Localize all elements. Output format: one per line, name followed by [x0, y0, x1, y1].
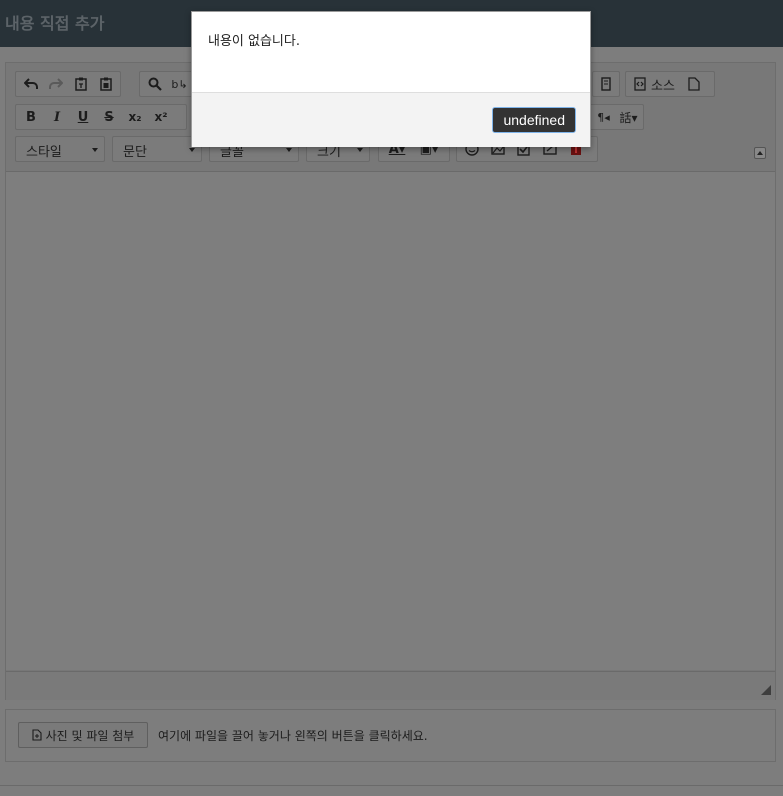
chevron-down-icon	[357, 148, 363, 152]
chevron-down-icon	[189, 148, 195, 152]
source-icon	[634, 77, 646, 91]
source-label: 소스	[651, 78, 675, 94]
bidi-group: ¶◂ 話▾	[588, 104, 644, 130]
source-group: 소스	[625, 71, 715, 97]
source-button[interactable]: 소스	[628, 73, 681, 95]
attach-file-label: 사진 및 파일 첨부	[45, 728, 135, 743]
page-title: 내용 직접 추가	[5, 14, 105, 33]
chevron-down-icon	[286, 148, 292, 152]
attachment-hint: 여기에 파일을 끌어 놓거나 왼쪽의 버튼을 클릭하세요.	[158, 729, 428, 743]
paste-word-icon[interactable]	[93, 73, 118, 95]
subscript-button[interactable]: x₂	[122, 106, 148, 128]
language-icon[interactable]: 話▾	[616, 106, 641, 128]
style-select[interactable]: 스타일	[15, 136, 105, 162]
font-select-value: 글꼴	[220, 145, 244, 160]
undo-icon[interactable]	[18, 73, 43, 95]
paste-text-icon[interactable]	[68, 73, 93, 95]
underline-button[interactable]: U	[70, 106, 96, 128]
alert-dialog: 내용이 없습니다. undefined	[191, 11, 591, 147]
rich-text-editor: b↳ 소스 B I U S x₂ x² ¶◂ 話▾ 스타일 문단 글꼴 크기 A…	[5, 62, 776, 700]
template-group	[592, 71, 620, 97]
dialog-footer: undefined	[192, 92, 590, 147]
collapse-toolbar-button[interactable]	[754, 147, 766, 159]
resize-handle-icon[interactable]	[761, 685, 771, 695]
style-select-value: 스타일	[26, 145, 62, 160]
dialog-message: 내용이 없습니다.	[208, 34, 300, 49]
bold-button[interactable]: B	[18, 106, 44, 128]
italic-button[interactable]: I	[44, 106, 70, 128]
attachment-area[interactable]: 사진 및 파일 첨부 여기에 파일을 끌어 놓거나 왼쪽의 버튼을 클릭하세요.	[5, 709, 776, 762]
replace-icon[interactable]: b↳	[167, 73, 192, 95]
file-add-icon	[32, 729, 42, 741]
chevron-down-icon	[92, 148, 98, 152]
find-group: b↳	[139, 71, 195, 97]
size-select-value: 크기	[317, 145, 341, 160]
document-icon[interactable]	[681, 73, 707, 95]
dialog-ok-button[interactable]: undefined	[492, 107, 576, 133]
redo-icon[interactable]	[43, 73, 68, 95]
superscript-button[interactable]: x²	[148, 106, 174, 128]
divider	[0, 785, 783, 786]
basic-styles-group: B I U S x₂ x²	[15, 104, 187, 130]
text-direction-icon[interactable]: ¶◂	[591, 106, 616, 128]
search-icon[interactable]	[142, 73, 167, 95]
editor-content[interactable]	[6, 172, 775, 670]
strike-button[interactable]: S	[96, 106, 122, 128]
clipboard-group	[15, 71, 121, 97]
attach-file-button[interactable]: 사진 및 파일 첨부	[18, 722, 148, 748]
format-select-value: 문단	[123, 145, 147, 160]
editor-statusbar	[6, 671, 775, 700]
format-select[interactable]: 문단	[112, 136, 202, 162]
template-icon[interactable]	[595, 73, 617, 95]
